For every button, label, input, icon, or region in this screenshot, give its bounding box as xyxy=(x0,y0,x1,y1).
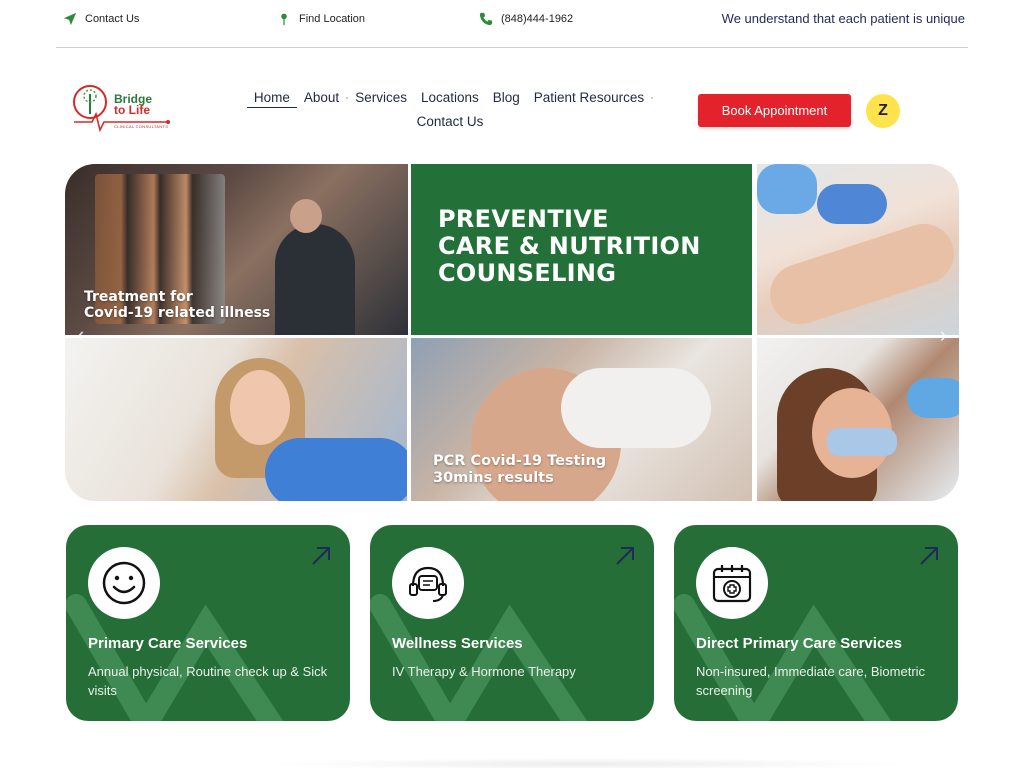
service-card-primary-care[interactable]: Primary Care Services Annual physical, R… xyxy=(66,525,350,721)
card-description: IV Therapy & Hormone Therapy xyxy=(392,664,576,679)
nav-item-patient-resources[interactable]: Patient Resources xyxy=(527,90,651,108)
nasal-swab-photo xyxy=(757,338,959,501)
logo-line-2: to Life xyxy=(114,103,150,117)
headline-line: COUNSELING xyxy=(438,259,617,287)
throat-swab-photo xyxy=(65,338,407,501)
vaccine-injection-photo: PCR Covid-19 Testing 30mins results xyxy=(411,338,752,501)
covid-treatment-photo: Treatment for Covid-19 related illness xyxy=(65,164,408,335)
phone-icon xyxy=(479,12,493,26)
main-nav: Home About Services Locations Blog Patie… xyxy=(240,90,660,129)
hero-headline: PREVENTIVE CARE & NUTRITION COUNSELING xyxy=(438,206,701,287)
nav-row-2: Contact Us xyxy=(240,114,660,129)
arrow-up-right-icon[interactable] xyxy=(918,545,940,567)
send-icon xyxy=(63,12,77,26)
service-card-direct-primary-care[interactable]: Direct Primary Care Services Non-insured… xyxy=(674,525,958,721)
caption-line: Covid-19 related illness xyxy=(84,305,271,321)
glove-shape xyxy=(265,438,407,501)
nav-item-home[interactable]: Home xyxy=(246,90,297,108)
card-description: Annual physical, Routine check up & Sick… xyxy=(88,664,328,698)
map-pin-icon xyxy=(281,13,287,26)
nav-item-contact-us[interactable]: Contact Us xyxy=(410,114,491,129)
contact-us-label: Contact Us xyxy=(85,13,140,25)
nav-item-about[interactable]: About xyxy=(297,90,346,108)
caption-line: 30mins results xyxy=(433,470,554,486)
card-title: Direct Primary Care Services xyxy=(696,635,902,652)
service-card-wellness[interactable]: Wellness Services IV Therapy & Hormone T… xyxy=(370,525,654,721)
calendar-medical-icon xyxy=(712,565,752,603)
zocdoc-icon[interactable]: Z xyxy=(866,94,900,128)
preventive-care-tile: PREVENTIVE CARE & NUTRITION COUNSELING xyxy=(411,164,752,335)
card-icon-wrapper xyxy=(392,547,464,619)
headline-line: PREVENTIVE xyxy=(438,205,609,233)
book-appointment-button[interactable]: Book Appointment xyxy=(698,94,851,127)
caption-line: PCR Covid-19 Testing xyxy=(433,453,607,469)
glove-shape xyxy=(907,378,959,418)
carousel-next-icon[interactable]: › xyxy=(940,322,947,348)
card-title: Wellness Services xyxy=(392,635,523,652)
nav-item-services[interactable]: Services xyxy=(348,90,414,108)
phone-link[interactable]: (848)444-1962 xyxy=(479,12,573,26)
headset-chat-icon xyxy=(409,566,447,602)
smiley-face-icon xyxy=(102,561,146,605)
nav-row: Home About Services Locations Blog Patie… xyxy=(240,90,660,108)
site-logo[interactable]: Bridge to Life CLINICAL CONSULTANTS xyxy=(72,84,172,136)
tile-caption: PCR Covid-19 Testing 30mins results xyxy=(433,453,606,487)
tagline: We understand that each patient is uniqu… xyxy=(721,11,965,26)
find-location-label: Find Location xyxy=(299,13,366,25)
arrow-up-right-icon[interactable] xyxy=(614,545,636,567)
tile-caption: Treatment for Covid-19 related illness xyxy=(84,289,270,321)
card-title: Primary Care Services xyxy=(88,635,248,652)
top-bar: Contact Us Find Location (848)444-1962 W… xyxy=(56,0,968,48)
nav-item-blog[interactable]: Blog xyxy=(486,90,527,108)
headline-line: CARE & NUTRITION xyxy=(438,232,701,260)
carousel-prev-icon[interactable]: ‹ xyxy=(77,322,84,348)
glove-shape xyxy=(561,368,711,448)
hero-collage: Treatment for Covid-19 related illness P… xyxy=(65,164,959,501)
card-icon-wrapper xyxy=(696,547,768,619)
find-location-link[interactable]: Find Location xyxy=(277,12,365,26)
card-description: Non-insured, Immediate care, Biometric s… xyxy=(696,664,926,698)
section-divider-shadow xyxy=(260,758,910,768)
arrow-up-right-icon[interactable] xyxy=(310,545,332,567)
glove-shape xyxy=(757,164,817,214)
logo-text: Bridge to Life xyxy=(114,93,152,117)
glove-shape xyxy=(817,184,887,224)
person-silhouette xyxy=(290,199,322,233)
arm-shape xyxy=(762,216,959,332)
nav-item-locations[interactable]: Locations xyxy=(414,90,486,108)
phone-number: (848)444-1962 xyxy=(501,13,574,25)
nav-dropdown-dot xyxy=(651,97,654,99)
logo-subtitle: CLINICAL CONSULTANTS xyxy=(114,124,169,129)
face-shape xyxy=(230,370,290,445)
person-silhouette xyxy=(275,224,355,335)
blood-draw-photo xyxy=(757,164,959,335)
mask-shape xyxy=(827,428,897,456)
caption-line: Treatment for xyxy=(84,289,193,305)
contact-us-link[interactable]: Contact Us xyxy=(63,12,139,26)
card-icon-wrapper xyxy=(88,547,160,619)
